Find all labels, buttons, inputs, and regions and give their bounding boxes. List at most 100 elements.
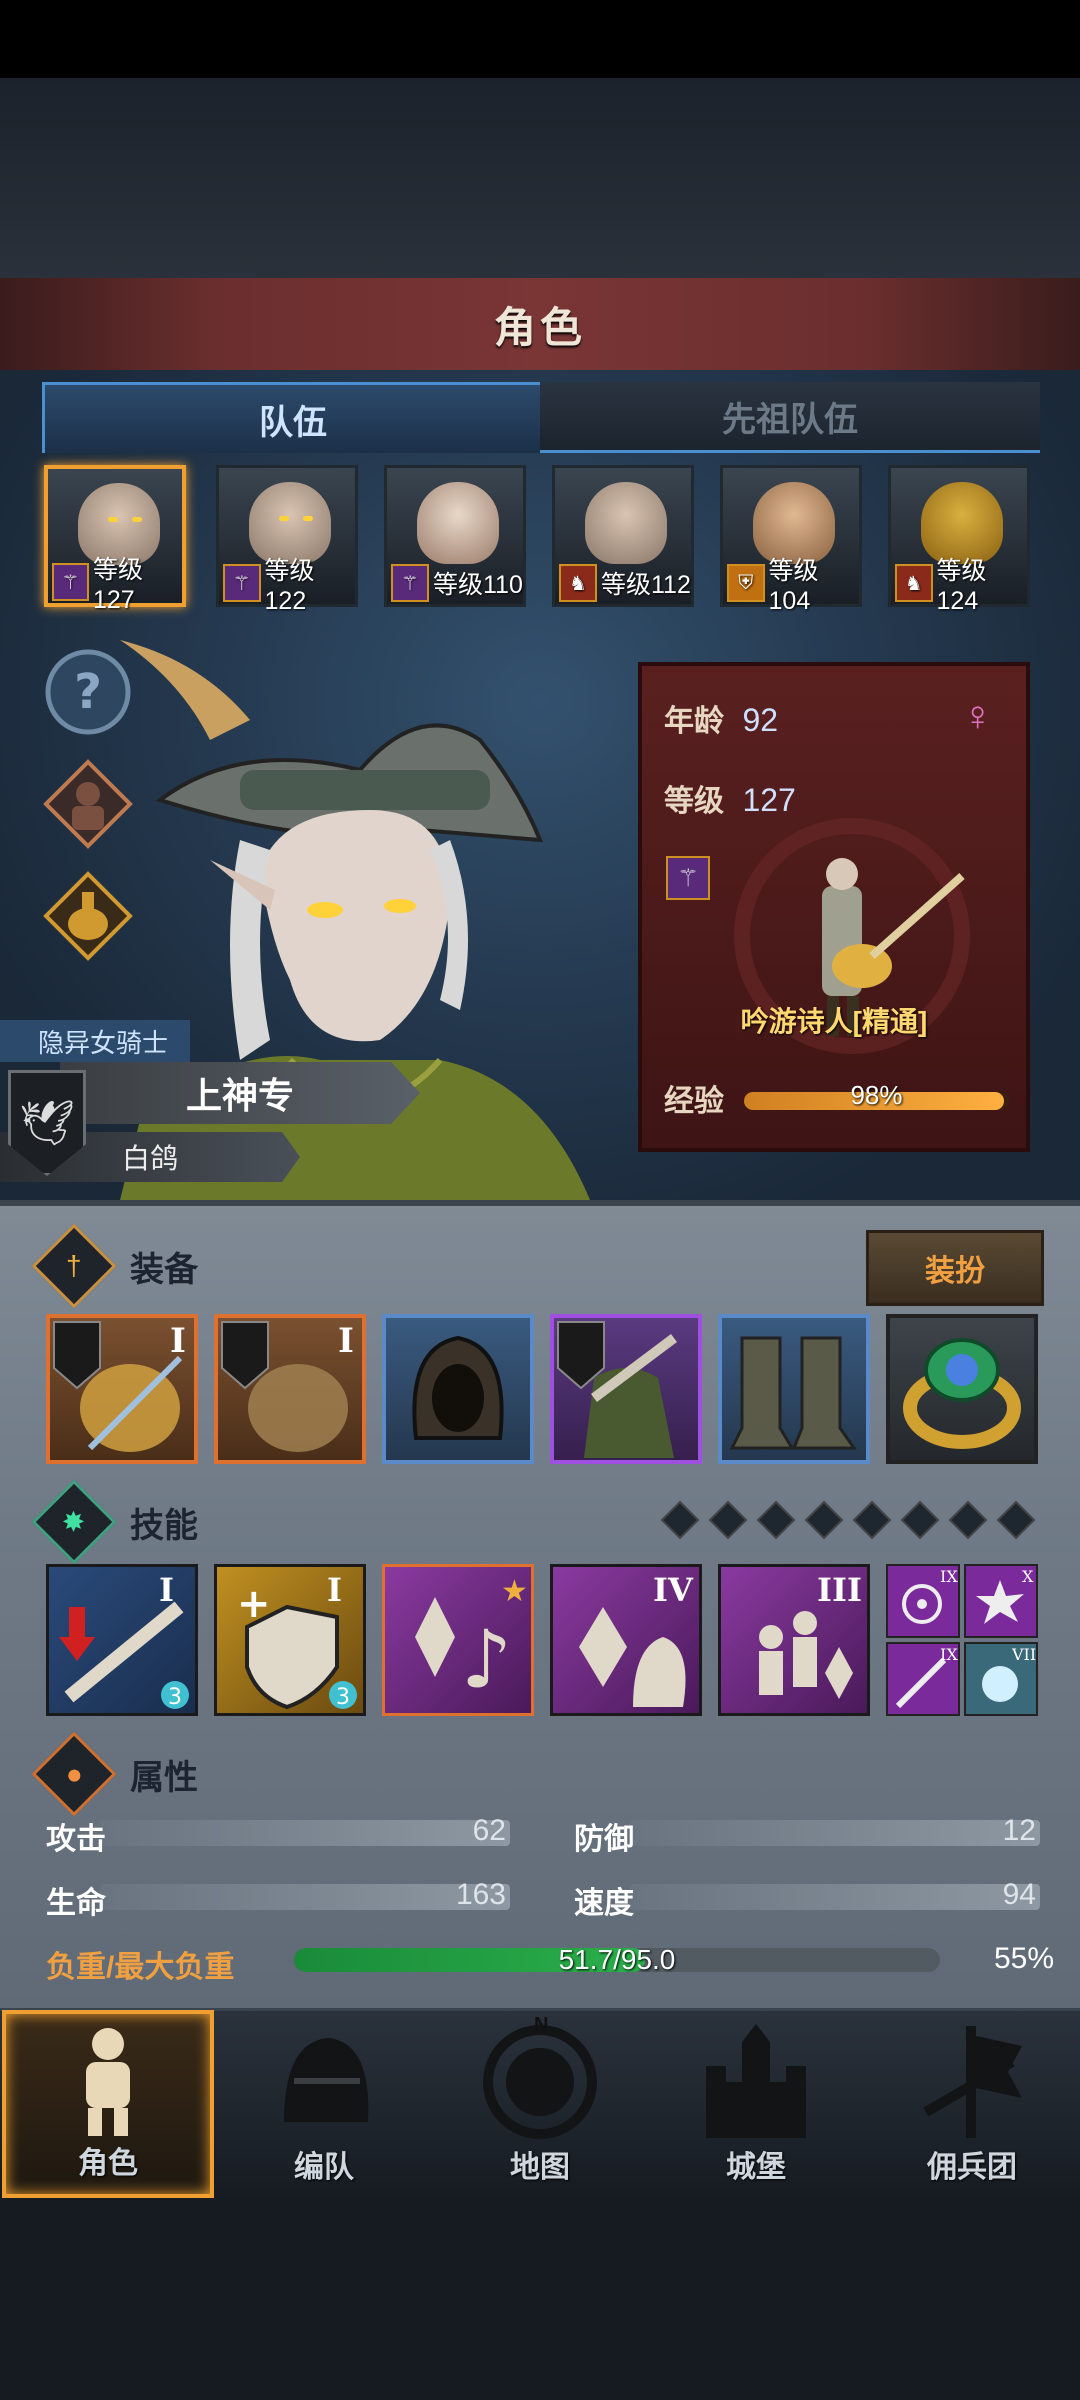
hero-name[interactable]: 上神专	[60, 1062, 420, 1124]
load-label: 负重/最大负重	[46, 1951, 235, 1984]
staff-icon: ⚚	[223, 564, 261, 602]
equipment-slot-4[interactable]	[550, 1314, 702, 1464]
rank-label: I	[170, 1321, 186, 1361]
staff-icon: ⚚	[52, 563, 89, 601]
page-title: 角色	[493, 303, 586, 351]
burst-icon: X	[976, 1567, 1034, 1624]
rank-label: I	[159, 1571, 174, 1609]
team-portrait-2[interactable]: ⚚ 等级122	[216, 465, 358, 615]
team-portrait-6[interactable]: ♞ 等级124	[888, 465, 1030, 615]
skill-slot-3[interactable]: ♪ ★	[382, 1564, 534, 1716]
mini-skill-4[interactable]: VII	[964, 1642, 1038, 1716]
team-portrait-3[interactable]: ⚚ 等级110	[384, 465, 526, 607]
horse-icon: ♞	[895, 564, 933, 602]
attribute-icon: ●	[31, 1731, 117, 1817]
hero-face	[417, 482, 499, 564]
skill-slot-1[interactable]: I3	[46, 1564, 198, 1716]
sword-icon: †	[31, 1223, 117, 1309]
skill-slot-2[interactable]: + I 3	[214, 1564, 366, 1716]
mini-skill-1[interactable]: IX	[886, 1564, 960, 1638]
nav-map[interactable]: N 地图	[434, 2010, 646, 2198]
svg-text:?: ?	[74, 664, 102, 720]
nav-label: 编队	[294, 2151, 354, 2184]
team-crystal-icon: III	[759, 1571, 862, 1699]
level-label: 等级127	[93, 555, 144, 614]
heal-shield-icon: + I 3	[237, 1571, 357, 1710]
level-label: 等级122	[264, 556, 315, 615]
equipment-slot-3[interactable]	[382, 1314, 534, 1464]
eye	[108, 517, 118, 522]
compass-icon	[483, 2022, 597, 2139]
nav-formation[interactable]: 编队	[218, 2010, 430, 2198]
boots-icon	[729, 1336, 857, 1450]
svg-text:♪: ♪	[461, 1613, 512, 1706]
age-value: 92	[742, 702, 779, 738]
nav-label: 佣兵团	[927, 2151, 1017, 2184]
skill-slot-5[interactable]: III	[718, 1564, 870, 1716]
status-bar	[0, 0, 1080, 78]
lute-icon: I	[53, 1321, 186, 1452]
nav-label: 城堡	[726, 2151, 786, 2184]
hp-value: 163	[455, 1878, 506, 1911]
mini-skill-2[interactable]: X	[964, 1564, 1038, 1638]
equipment-slot-6[interactable]	[886, 1314, 1038, 1464]
eye	[279, 516, 289, 521]
hp-label: 生命	[46, 1887, 106, 1920]
attack-label: 攻击	[46, 1823, 106, 1856]
wand-icon: IX	[895, 1645, 958, 1709]
target-icon: IX	[902, 1567, 958, 1624]
music-crystal-icon: ♪★	[415, 1574, 528, 1706]
nav-mercenary[interactable]: 佣兵团	[866, 2010, 1078, 2198]
nav-role[interactable]: 角色	[2, 2010, 214, 2198]
tab-ancestor-team[interactable]: 先祖队伍	[540, 382, 1040, 453]
equipment-slot-5[interactable]	[718, 1314, 870, 1464]
rank-label: I	[338, 1321, 354, 1361]
age-label: 年龄	[664, 705, 724, 738]
level-label: 等级104	[768, 556, 819, 615]
class-name: 吟游诗人[精通]	[740, 1006, 928, 1037]
exp-percent: 98%	[850, 1080, 903, 1110]
equipment-title: 装备	[130, 1250, 198, 1289]
rank-label: III	[817, 1571, 862, 1609]
load-value: 51.7/95.0	[558, 1944, 676, 1975]
hero-subtitle: 隐异女骑士	[0, 1020, 190, 1062]
eye	[303, 516, 313, 521]
skill-slots: I3 + I 3 ♪ ★ IV III IX X IX VII	[46, 1564, 1038, 1716]
team-portrait-1[interactable]: ⚚ 等级127	[44, 465, 186, 614]
rank-label: X	[1022, 1567, 1034, 1586]
bottom-backdrop	[0, 2198, 1080, 2400]
mini-skill-3[interactable]: IX	[886, 1642, 960, 1716]
knight-icon	[86, 2028, 130, 2136]
hero-face	[585, 482, 667, 564]
cloak-icon	[557, 1321, 677, 1458]
dress-button[interactable]: 装扮	[866, 1230, 1044, 1306]
nav-castle[interactable]: 城堡	[650, 2010, 862, 2198]
castle-icon	[706, 2024, 806, 2138]
frost-icon: VII	[982, 1645, 1036, 1702]
sword-debuff-icon: I3	[59, 1571, 189, 1710]
nav-label: 地图	[510, 2151, 570, 2184]
level-label: 等级	[664, 785, 724, 818]
rank-label: IV	[653, 1571, 694, 1609]
defense-value: 12	[1002, 1814, 1036, 1847]
team-portrait-5[interactable]: ⛨ 等级104	[720, 465, 862, 615]
top-backdrop	[0, 78, 1080, 278]
skill-slot-4[interactable]: IV	[550, 1564, 702, 1716]
skill-point-indicators	[660, 1500, 1036, 1540]
equipment-slot-2[interactable]: I	[214, 1314, 366, 1464]
hero-info-panel: 年龄 92 ♀ 等级 127 ⚚ 吟游诗人[精通] 经验 98%	[638, 662, 1030, 1152]
equipment-slot-1[interactable]: I	[46, 1314, 198, 1464]
female-icon: ♀	[962, 692, 994, 739]
banner-icon	[923, 2026, 1022, 2138]
nav-label: 角色	[78, 2147, 138, 2180]
tab-team[interactable]: 队伍	[42, 382, 544, 453]
hood-icon	[412, 1335, 504, 1440]
crystal-song-icon: IV	[579, 1571, 694, 1707]
level-value: 127	[742, 782, 796, 818]
team-portrait-4[interactable]: ♞ 等级112	[552, 465, 694, 607]
svg-text:+: +	[237, 1581, 271, 1627]
speed-value: 94	[1002, 1878, 1036, 1911]
exp-label: 经验	[664, 1085, 724, 1118]
rank-label: IX	[940, 1567, 958, 1586]
defense-label: 防御	[574, 1823, 634, 1856]
